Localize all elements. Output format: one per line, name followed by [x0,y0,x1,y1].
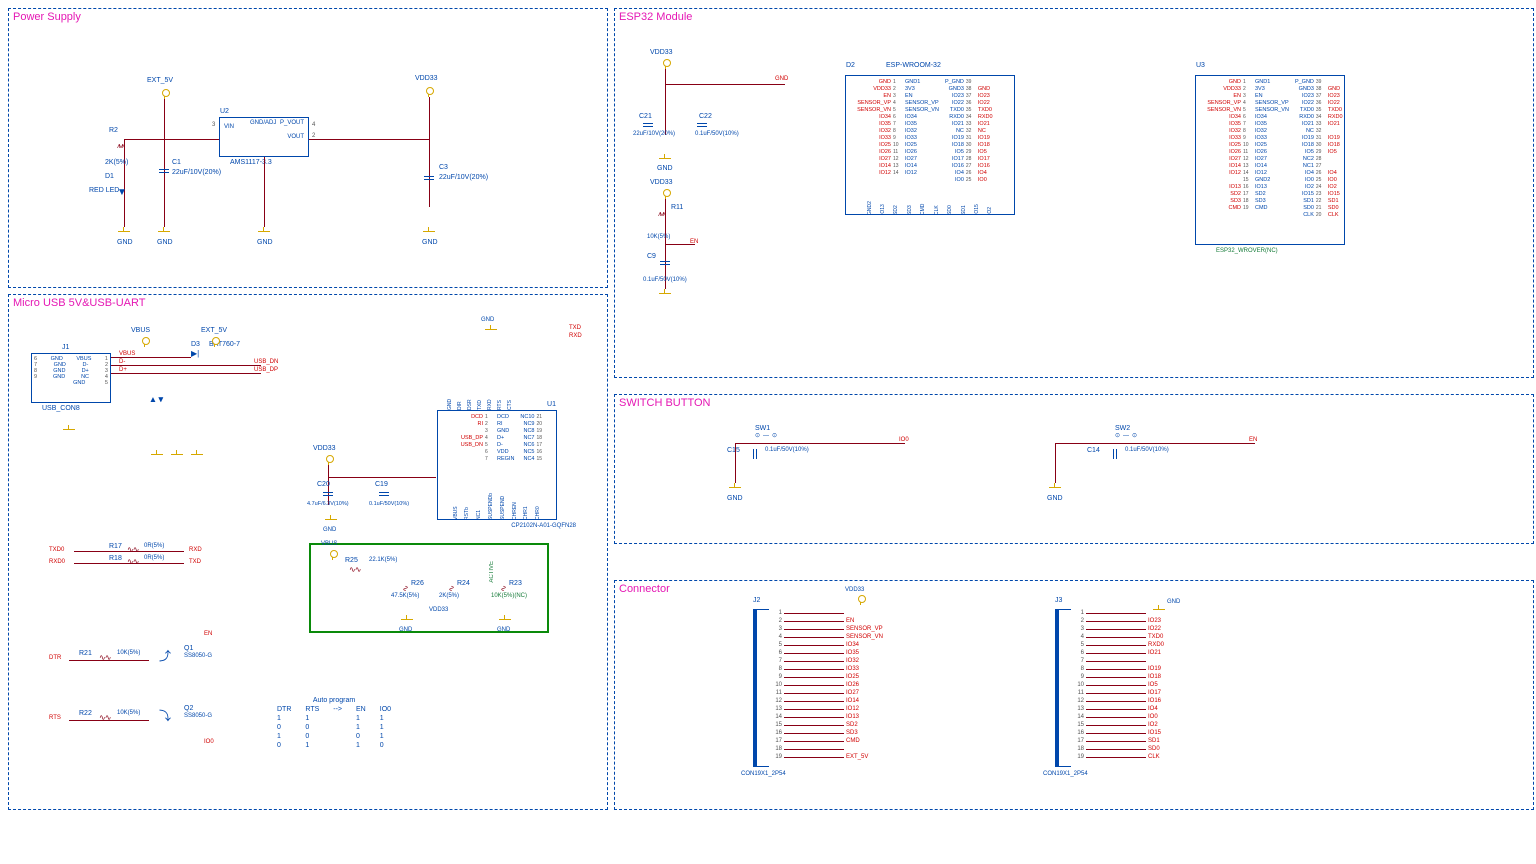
switch-block: SWITCH BUTTON SW1 ⊙—⊙ IO0 C15 0.1uF/50V(… [614,394,1534,544]
auto-program-table: Auto program DTRRTS-->ENIO0 111100111001… [269,695,399,751]
u2-vin: VIN [224,124,234,130]
u2-part: AMS1117-3.3 [230,159,272,166]
u3-wrover: U3 GND1GND1VDD3323V3EN3ENSENSOR_VP4SENSO… [1195,75,1345,245]
vdd33-supply [423,87,435,97]
conn-title: Connector [619,583,670,595]
usb-title: Micro USB 5V&USB-UART [13,297,145,309]
d2-wroom: D2 ESP-WROOM-32 GND1GND1VDD3323V3EN3ENSE… [845,75,1015,215]
connector-block: Connector J2 12EN3SENSOR_VP4SENSOR_VN5IO… [614,580,1534,810]
u2-vout: VOUT [287,134,304,140]
sw1: SW1 ⊙—⊙ [755,425,780,439]
c21 [643,121,653,129]
ext5v-supply [159,89,171,99]
c22 [697,121,707,129]
sw2: SW2 ⊙—⊙ [1115,425,1140,439]
j2 [753,609,769,767]
gnd-u2 [258,227,270,237]
ext5v-label: EXT_5V [147,77,173,84]
u1-cp2102: U1 DCD1DCDRI2RI3GNDUSB_DP4D+USB_DN5D-6VD… [437,410,557,520]
esp32-block: ESP32 Module D2 ESP-WROOM-32 GND1GND1VDD… [614,8,1534,378]
power-title: Power Supply [13,11,81,23]
r2: ⩚⩚ [117,141,124,151]
usb-block: Micro USB 5V&USB-UART J1 6GNDVBUS17GNDD-… [8,294,608,810]
j1-usb: J1 6GNDVBUS17GNDD-28GNDD+39GNDNC4GND5 US… [31,353,111,403]
gnd-d1 [118,227,130,237]
power-supply-block: Power Supply EXT_5V U2 VIN P_VOUT VOUT G… [8,8,608,288]
esp32-title: ESP32 Module [619,11,692,23]
gnd-c1 [158,227,170,237]
vdd33-label: VDD33 [415,75,438,82]
u2-adj: GND/ADJ [250,120,276,126]
c1 [159,167,169,175]
u2-pvout: P_VOUT [280,120,304,126]
u2-ams1117: U2 VIN P_VOUT VOUT GND/ADJ AMS1117-3.3 [219,117,309,157]
j3 [1055,609,1071,767]
u2-des: U2 [220,108,229,115]
c3 [424,174,434,182]
switch-title: SWITCH BUTTON [619,397,710,409]
c9 [660,259,670,267]
gnd-c3 [423,227,435,237]
vdd33-esp [660,59,672,69]
